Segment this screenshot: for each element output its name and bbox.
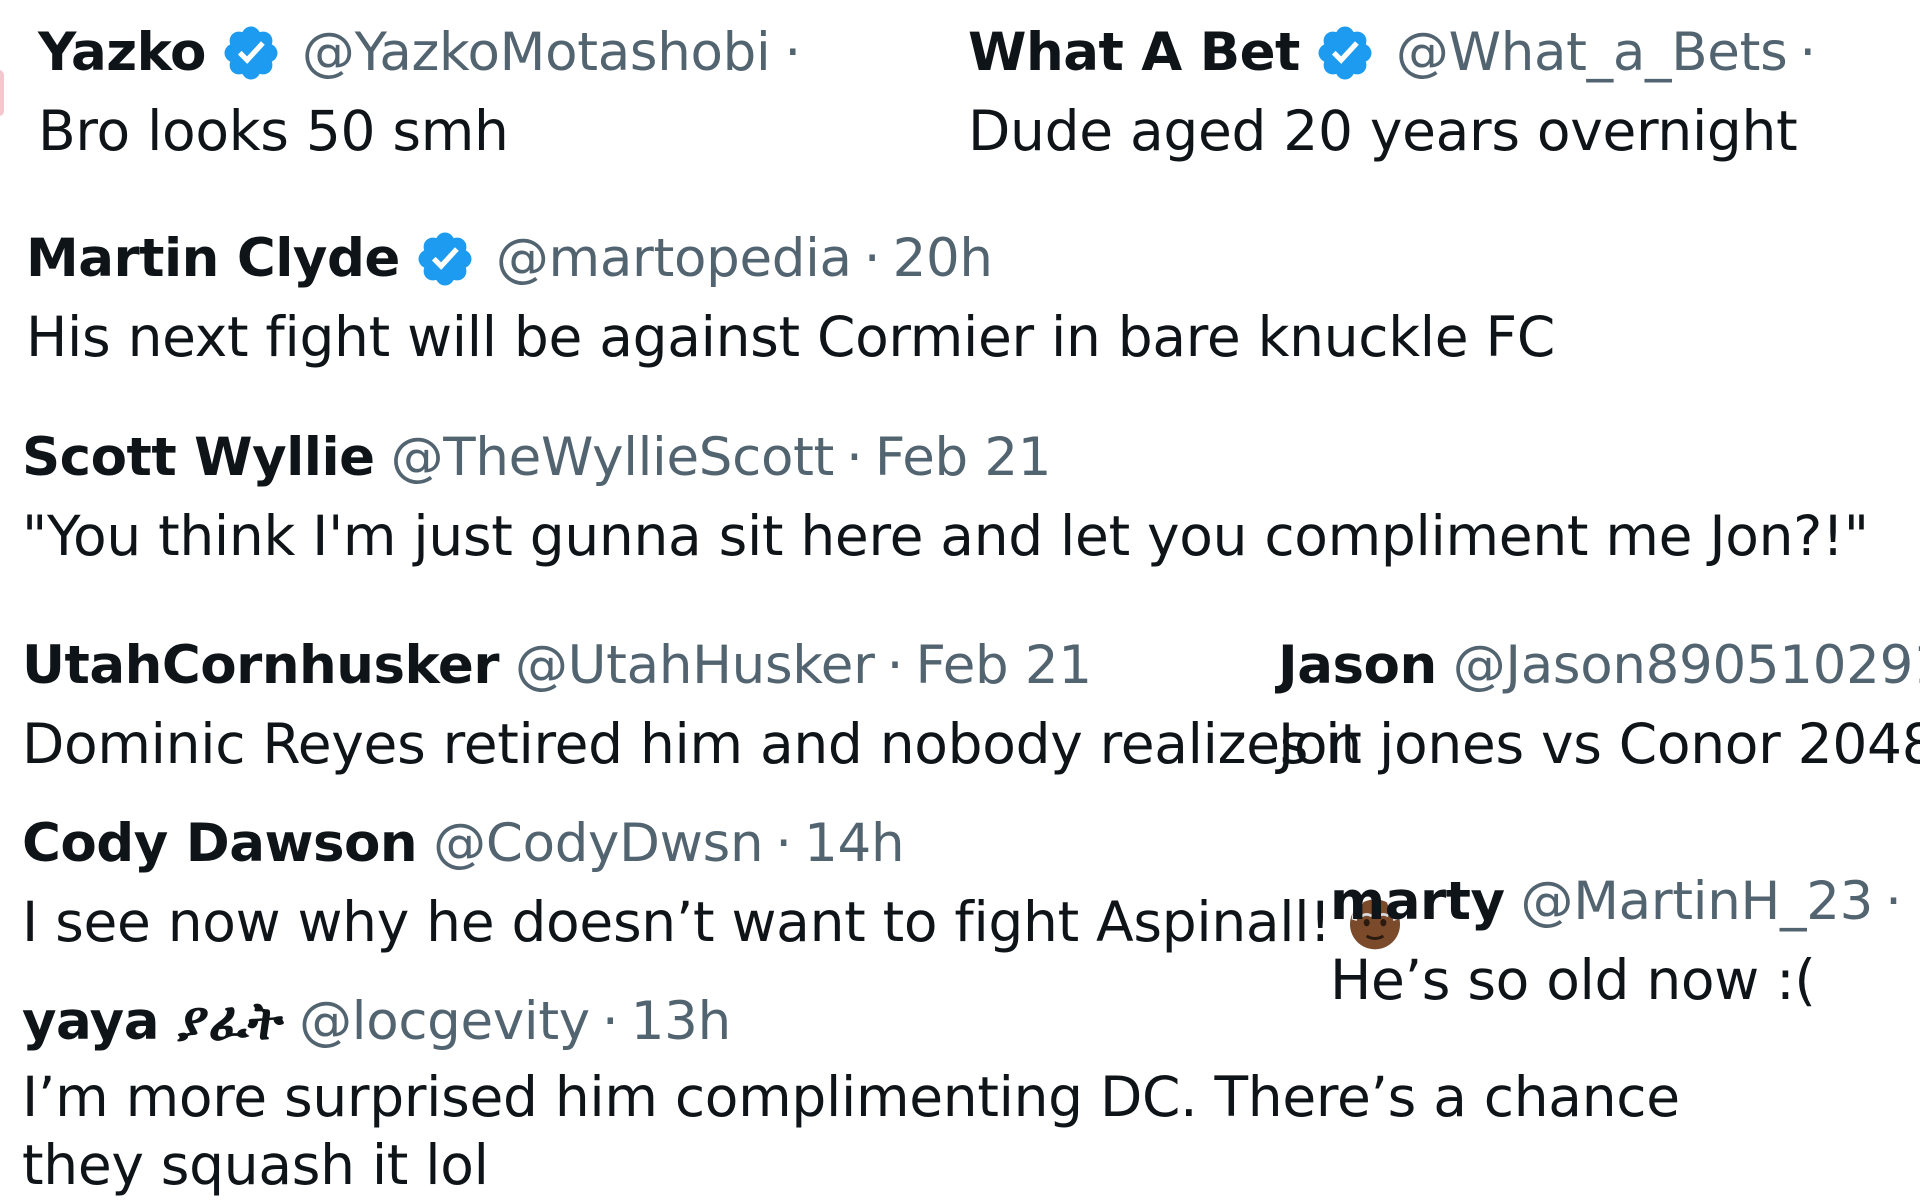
tweet-text: "You think I'm just gunna sit here and l… <box>22 503 1869 568</box>
tweet-text: Dominic Reyes retired him and nobody rea… <box>22 711 1362 776</box>
separator-dot: · <box>601 991 619 1052</box>
tweet-martin-clyde[interactable]: Martin Clyde @martopedia · 20h His next … <box>26 228 1555 369</box>
display-name[interactable]: Martin Clyde <box>26 228 400 290</box>
timestamp[interactable]: 20h <box>893 228 993 290</box>
verified-badge-icon <box>220 22 282 84</box>
tweet-text: Dude aged 20 years overnight <box>968 99 1798 163</box>
avatar-edge <box>0 70 4 116</box>
handle[interactable]: @CodyDwsn <box>433 813 763 875</box>
tweet-header: Martin Clyde @martopedia · 20h <box>26 228 1555 290</box>
tweet-header: yaya ያፈት @locgevity · 13h <box>22 991 1782 1053</box>
timestamp[interactable]: Feb 21 <box>915 635 1092 697</box>
display-name[interactable]: Jason <box>1278 635 1437 697</box>
timestamp[interactable]: 13h <box>631 991 731 1053</box>
verified-badge-icon <box>1314 22 1376 84</box>
tweet-header: What A Bet @What_a_Bets · <box>968 22 1828 84</box>
handle[interactable]: @Jason890510291 <box>1453 635 1920 697</box>
separator-dot: · <box>846 427 863 488</box>
tweet-header: Cody Dawson @CodyDwsn · 14h <box>22 813 1405 875</box>
separator-dot: · <box>1799 21 1817 83</box>
separator-dot: · <box>784 21 802 83</box>
separator-dot: · <box>775 813 793 874</box>
tweet-what-a-bet[interactable]: What A Bet @What_a_Bets · Dude aged 20 y… <box>968 22 1828 163</box>
separator-dot: · <box>1885 871 1902 932</box>
timestamp[interactable]: 14h <box>804 813 904 875</box>
display-name[interactable]: Scott Wyllie <box>22 427 375 489</box>
display-name[interactable]: yaya ያፈት <box>22 991 284 1053</box>
tweet-header: Jason @Jason890510291 · <box>1278 635 1920 697</box>
tweet-jason[interactable]: Jason @Jason890510291 · Jon jones vs Con… <box>1278 635 1920 776</box>
tweet-header: marty @MartinH_23 · <box>1330 871 1914 933</box>
handle[interactable]: @YazkoMotashobi <box>302 22 771 84</box>
tweet-yaya[interactable]: yaya ያፈት @locgevity · 13h I’m more surpr… <box>22 991 1782 1199</box>
tweet-header: Scott Wyllie @TheWyllieScott · Feb 21 <box>22 427 1869 489</box>
tweet-cody-dawson[interactable]: Cody Dawson @CodyDwsn · 14h I see now wh… <box>22 813 1405 954</box>
handle[interactable]: @locgevity <box>299 991 590 1053</box>
separator-dot: · <box>863 227 881 289</box>
tweet-text: I’m more surprised him complimenting DC.… <box>22 1064 1680 1197</box>
display-name[interactable]: UtahCornhusker <box>22 635 499 697</box>
tweet-scott-wyllie[interactable]: Scott Wyllie @TheWyllieScott · Feb 21 "Y… <box>22 427 1869 568</box>
handle[interactable]: @TheWyllieScott <box>391 427 835 489</box>
tweet-text: I see now why he doesn’t want to fight A… <box>22 889 1331 954</box>
tweet-utahcornhusker[interactable]: UtahCornhusker @UtahHusker · Feb 21 Domi… <box>22 635 1362 776</box>
tweet-text: Jon jones vs Conor 2048 <box>1278 711 1920 776</box>
separator-dot: · <box>886 635 904 696</box>
display-name[interactable]: Yazko <box>38 22 206 84</box>
verified-badge-icon <box>414 228 476 290</box>
timestamp[interactable]: Feb 21 <box>875 427 1052 489</box>
display-name[interactable]: marty <box>1330 871 1505 933</box>
handle[interactable]: @UtahHusker <box>515 635 875 697</box>
tweet-header: UtahCornhusker @UtahHusker · Feb 21 <box>22 635 1362 697</box>
tweet-yazko[interactable]: Yazko @YazkoMotashobi · Bro looks 50 smh <box>38 22 813 163</box>
display-name[interactable]: What A Bet <box>968 22 1300 84</box>
handle[interactable]: @MartinH_23 <box>1521 871 1874 933</box>
tweet-text: His next fight will be against Cormier i… <box>26 305 1555 369</box>
display-name[interactable]: Cody Dawson <box>22 813 418 875</box>
handle[interactable]: @martopedia <box>496 228 852 290</box>
tweet-header: Yazko @YazkoMotashobi · <box>38 22 813 84</box>
tweet-body: I see now why he doesn’t want to fight A… <box>22 889 1405 954</box>
handle[interactable]: @What_a_Bets <box>1396 22 1788 84</box>
tweet-text: Bro looks 50 smh <box>38 99 509 163</box>
